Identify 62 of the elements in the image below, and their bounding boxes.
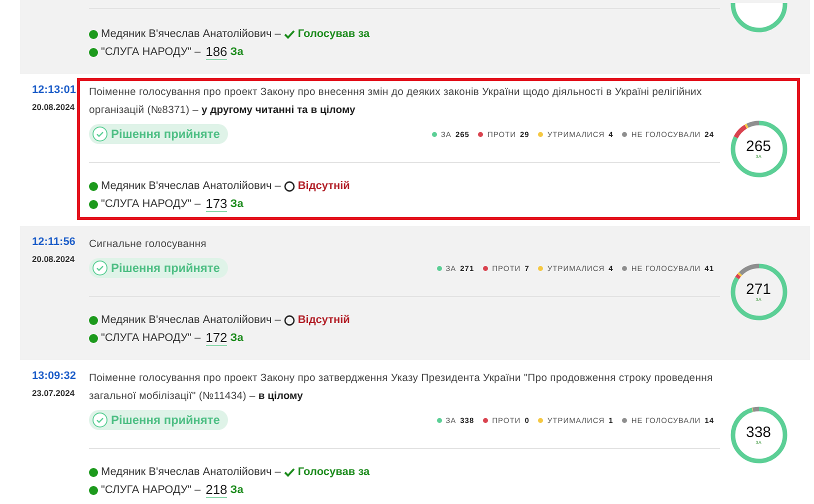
ring-number: 271 — [746, 282, 772, 297]
vote-title: Поіменне голосування про проект Закону про затвердження Указу Президента України "Про продовження строку проведення загальної мобілізації" (№11434) – в цілому — [89, 372, 714, 404]
party-name: "СЛУГА НАРОДУ" — [101, 198, 192, 210]
deputy-name: Медяник В'ячеслав Анатолійович — [101, 466, 272, 478]
vote-label: За — [230, 332, 244, 344]
status-dot — [89, 200, 98, 208]
check-icon — [284, 468, 295, 476]
check-circle-icon — [92, 260, 108, 276]
vote-date: 20.08.2024 — [32, 102, 76, 112]
dash: – — [274, 28, 281, 40]
vote-date: 23.07.2024 — [32, 388, 76, 398]
dash: – — [194, 484, 201, 496]
status-dot — [89, 182, 98, 190]
party-name: "СЛУГА НАРОДУ" — [101, 46, 192, 58]
vote-time: 12:11:56 — [32, 236, 76, 248]
deputy-name: Медяник В'ячеслав Анатолійович — [101, 314, 272, 326]
status-dot — [89, 468, 98, 476]
status-dot — [89, 30, 98, 38]
vote-title: Сигнальне голосування — [89, 238, 208, 252]
decision-badge: Рішення прийняте — [89, 124, 228, 144]
dash: – — [274, 180, 281, 192]
vote-count-link[interactable]: 218 — [206, 482, 228, 498]
status-dot — [89, 48, 98, 56]
vote-time: 13:09:32 — [32, 370, 77, 382]
party-name: "СЛУГА НАРОДУ" — [101, 332, 192, 344]
vote-date: 20.08.2024 — [32, 254, 76, 264]
vote-status: Голосував за — [298, 466, 370, 478]
vote-status: Відсутній — [298, 314, 350, 326]
vote-status: Відсутній — [298, 180, 350, 192]
status-dot — [89, 334, 98, 342]
vote-label: За — [230, 484, 244, 496]
circle-icon — [284, 180, 295, 192]
vote-ring-drawing — [730, 406, 788, 464]
vote-ring-drawing — [730, 263, 788, 321]
dash: – — [194, 198, 201, 210]
dash: – — [274, 314, 281, 326]
ring-number: 338 — [746, 425, 772, 440]
decision-badge: Рішення прийняте — [89, 258, 228, 278]
decision-badge: Рішення прийняте — [89, 410, 228, 430]
vote-status: Голосував за — [298, 28, 370, 40]
status-dot — [89, 316, 98, 324]
check-circle-icon — [92, 126, 108, 142]
circle-icon — [284, 314, 295, 326]
vote-count-link[interactable]: 173 — [206, 196, 228, 212]
vote-time: 12:13:01 — [32, 84, 77, 96]
check-circle-icon — [92, 412, 108, 428]
vote-label: За — [230, 46, 244, 58]
vote-count-link[interactable]: 186 — [206, 44, 228, 60]
deputy-name: Медяник В'ячеслав Анатолійович — [101, 28, 272, 40]
vote-title: Поіменне голосування про проект Закону про внесення змін до деяких законів України щодо діяльності в Україні релігійних організацій (№8371) – у другому читанні та в цілому — [89, 86, 703, 118]
dash: – — [274, 466, 281, 478]
vote-ring-drawing — [730, 120, 788, 178]
vote-count-link[interactable]: 172 — [206, 330, 228, 346]
vote-ring-drawing — [730, 3, 788, 33]
deputy-name: Медяник В'ячеслав Анатолійович — [101, 180, 272, 192]
party-name: "СЛУГА НАРОДУ" — [101, 484, 192, 496]
vote-label: За — [230, 198, 244, 210]
dash: – — [194, 46, 201, 58]
check-icon — [284, 30, 295, 38]
status-dot — [89, 486, 98, 494]
ring-number: 265 — [746, 139, 772, 154]
dash: – — [194, 332, 201, 344]
